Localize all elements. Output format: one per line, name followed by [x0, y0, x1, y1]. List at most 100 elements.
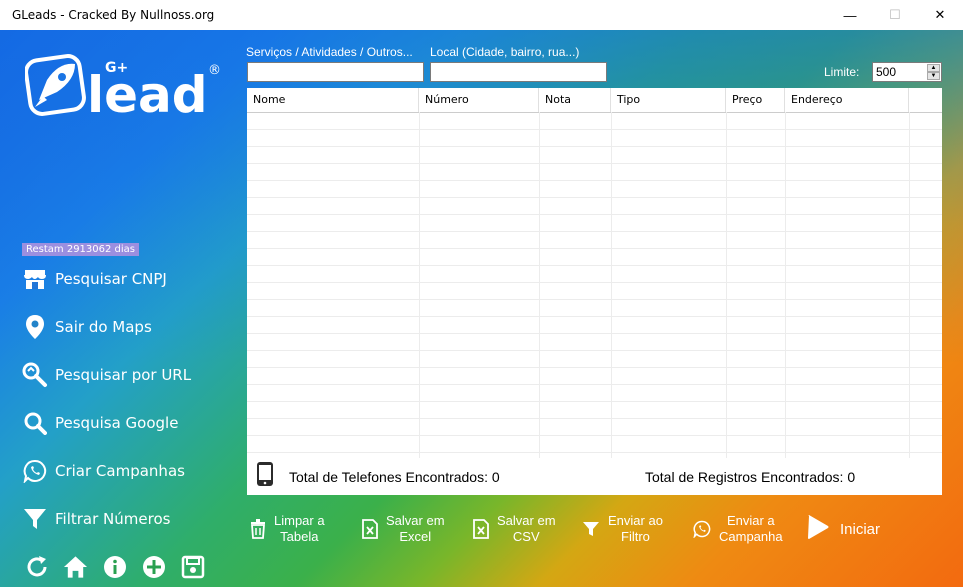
save-excel-button[interactable]: Salvar em Excel: [362, 511, 445, 547]
excel-icon: [362, 519, 378, 539]
grid-column-line: [419, 112, 420, 458]
action-label: Salvar em: [386, 513, 445, 528]
grid-row-line: [247, 384, 942, 385]
grid-row-line: [247, 452, 942, 453]
map-pin-icon: [22, 314, 48, 340]
grid-row-line: [247, 418, 942, 419]
save-icon[interactable]: [180, 554, 205, 579]
grid-row-line: [247, 316, 942, 317]
limit-label: Limite:: [824, 65, 860, 79]
info-icon[interactable]: [102, 554, 127, 579]
action-label: Filtro: [621, 529, 650, 544]
grid-row-line: [247, 265, 942, 266]
grid-column-line: [726, 112, 727, 458]
grid-row-line: [247, 146, 942, 147]
sidebar-item-pesquisa-google[interactable]: Pesquisa Google: [22, 409, 178, 437]
filter-icon: [22, 506, 48, 532]
grid-row-line: [247, 197, 942, 198]
grid-row-line: [247, 367, 942, 368]
location-label: Local (Cidade, bairro, rua...): [430, 45, 580, 59]
bottom-toolbar: [24, 554, 205, 579]
action-label: Enviar ao: [608, 513, 663, 528]
start-label: Iniciar: [840, 520, 881, 538]
main-area: lead G+ ® Restam 2913062 dias Pesquisar …: [0, 30, 963, 587]
whatsapp-icon: [22, 458, 48, 484]
grid-row-line: [247, 333, 942, 334]
close-button[interactable]: ✕: [917, 0, 963, 30]
sidebar-item-pesquisar-cnpj[interactable]: Pesquisar CNPJ: [22, 265, 167, 293]
sidebar-item-label: Pesquisar por URL: [55, 366, 192, 384]
grid-row-line: [247, 299, 942, 300]
table-footer: Total de Telefones Encontrados: 0 Total …: [247, 458, 942, 495]
column-header[interactable]: Nome: [247, 88, 419, 112]
send-campaign-button[interactable]: Enviar a Campanha: [693, 511, 783, 547]
action-label: Limpar a: [274, 513, 325, 528]
grid-row-line: [247, 163, 942, 164]
whatsapp-icon: [693, 520, 711, 538]
results-grid[interactable]: Nome Número Nota Tipo Preço Endereço: [247, 88, 942, 458]
logo-gplus: G+: [105, 60, 128, 76]
sidebar-item-label: Pesquisa Google: [55, 414, 179, 432]
action-label: Salvar em: [497, 513, 556, 528]
add-icon[interactable]: [141, 554, 166, 579]
filter-icon: [582, 520, 600, 538]
sidebar-item-label: Filtrar Números: [55, 510, 171, 528]
stepper-down-icon[interactable]: ▼: [927, 72, 940, 80]
results-table: Nome Número Nota Tipo Preço Endereço Tot…: [247, 88, 942, 495]
records-total: Total de Registros Encontrados: 0: [645, 469, 856, 485]
refresh-icon[interactable]: [24, 554, 49, 579]
home-icon[interactable]: [63, 554, 88, 579]
trash-icon: [250, 519, 266, 539]
sidebar-item-label: Criar Campanhas: [55, 462, 185, 480]
sidebar-item-filtrar-numeros[interactable]: Filtrar Números: [22, 505, 170, 533]
csv-icon: [473, 519, 489, 539]
action-label: Excel: [399, 529, 432, 544]
search-link-icon: [22, 362, 48, 388]
column-header[interactable]: Tipo: [611, 88, 726, 112]
action-label: Campanha: [719, 529, 783, 544]
action-label: Enviar a: [726, 513, 775, 528]
phone-icon: [256, 461, 274, 492]
search-icon: [22, 410, 48, 436]
store-icon: [22, 266, 48, 292]
sidebar-item-pesquisar-url[interactable]: Pesquisar por URL: [22, 361, 191, 389]
grid-column-line: [909, 112, 910, 458]
limit-stepper[interactable]: 500 ▲ ▼: [872, 62, 942, 82]
start-button[interactable]: Iniciar: [806, 514, 880, 544]
play-icon: [806, 514, 830, 544]
title-bar: GLeads - Cracked By Nullnoss.org — ☐ ✕: [0, 0, 963, 30]
location-input[interactable]: [430, 62, 607, 82]
action-label: CSV: [512, 529, 540, 544]
services-input[interactable]: [247, 62, 424, 82]
grid-row-line: [247, 350, 942, 351]
maximize-button[interactable]: ☐: [872, 0, 918, 30]
grid-row-line: [247, 180, 942, 181]
grid-column-line: [539, 112, 540, 458]
column-header[interactable]: Número: [419, 88, 539, 112]
limit-value: 500: [876, 65, 897, 79]
logo-registered: ®: [208, 63, 221, 78]
action-label: Tabela: [280, 529, 319, 544]
glead-logo: lead G+ ®: [24, 52, 225, 124]
table-header: Nome Número Nota Tipo Preço Endereço: [247, 88, 942, 113]
stepper-up-icon[interactable]: ▲: [927, 64, 940, 72]
grid-row-line: [247, 231, 942, 232]
sidebar-item-label: Sair do Maps: [55, 318, 152, 336]
grid-row-line: [247, 435, 942, 436]
minimize-button[interactable]: —: [827, 0, 873, 30]
grid-row-line: [247, 401, 942, 402]
sidebar-item-sair-do-maps[interactable]: Sair do Maps: [22, 313, 152, 341]
save-csv-button[interactable]: Salvar em CSV: [473, 511, 556, 547]
phones-total: Total de Telefones Encontrados: 0: [289, 469, 500, 485]
send-filter-button[interactable]: Enviar ao Filtro: [582, 511, 663, 547]
clear-table-button[interactable]: Limpar a Tabela: [250, 511, 325, 547]
license-badge: Restam 2913062 dias: [22, 243, 140, 256]
services-label: Serviços / Atividades / Outros...: [246, 45, 413, 59]
sidebar-item-criar-campanhas[interactable]: Criar Campanhas: [22, 457, 185, 485]
column-header[interactable]: Nota: [539, 88, 611, 112]
column-header[interactable]: Endereço: [785, 88, 909, 112]
window-title: GLeads - Cracked By Nullnoss.org: [12, 8, 215, 22]
column-header[interactable]: Preço: [726, 88, 785, 112]
grid-row-line: [247, 282, 942, 283]
sidebar-item-label: Pesquisar CNPJ: [55, 270, 167, 288]
